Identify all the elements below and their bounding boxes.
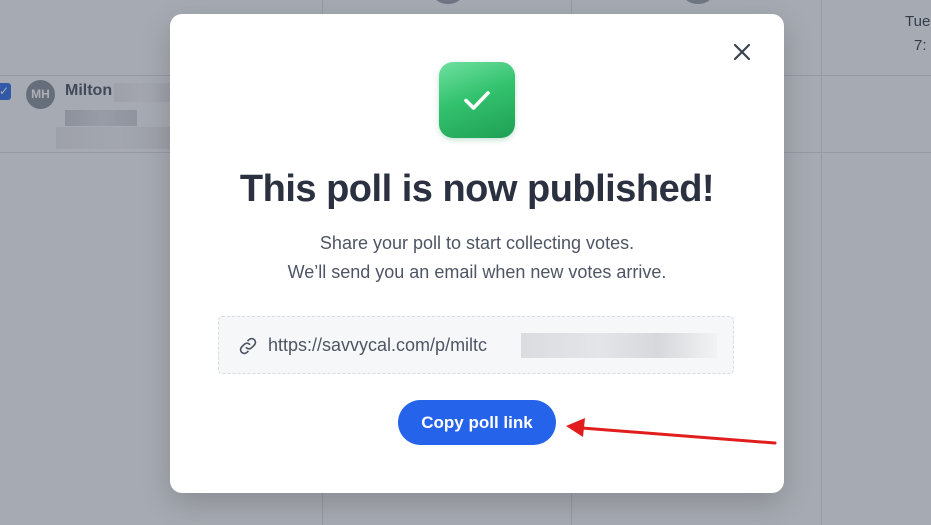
annotation-arrow [566,418,777,445]
